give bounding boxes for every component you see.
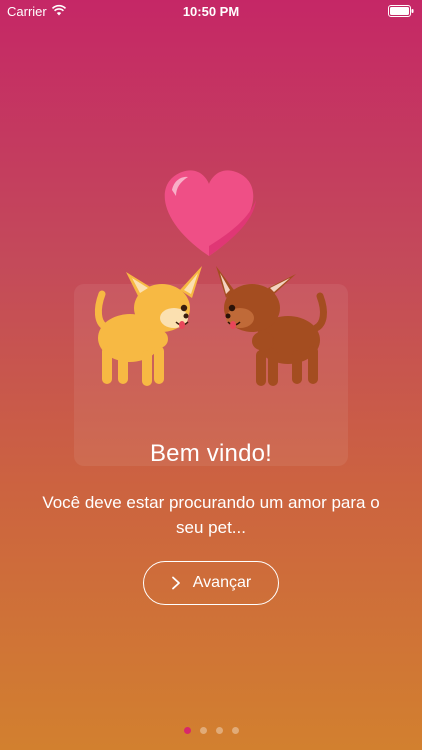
next-button-label: Avançar bbox=[192, 574, 252, 591]
next-button[interactable]: Avançar bbox=[143, 561, 279, 605]
page-dot-1[interactable] bbox=[183, 727, 191, 734]
light-dog-icon bbox=[94, 266, 202, 386]
welcome-title: Bem vindo! bbox=[149, 440, 273, 467]
chevron-right-icon bbox=[171, 576, 180, 590]
status-time: 10:50 PM bbox=[182, 4, 240, 19]
heart-icon bbox=[164, 170, 256, 256]
page-dot-4[interactable] bbox=[231, 727, 239, 734]
status-bar: Carrier 10:50 PM bbox=[0, 0, 422, 22]
dark-dog-icon bbox=[216, 266, 327, 386]
onboarding-screen: Carrier 10:50 PM Bem vindo! Você deve es… bbox=[0, 0, 422, 750]
page-indicator bbox=[0, 727, 422, 737]
two-dogs-illustration bbox=[94, 170, 327, 386]
battery-icon bbox=[388, 5, 414, 17]
page-dot-2[interactable] bbox=[199, 727, 207, 734]
welcome-subtitle: Você deve estar procurando um amor para … bbox=[42, 493, 380, 537]
page-dot-3[interactable] bbox=[215, 727, 223, 734]
